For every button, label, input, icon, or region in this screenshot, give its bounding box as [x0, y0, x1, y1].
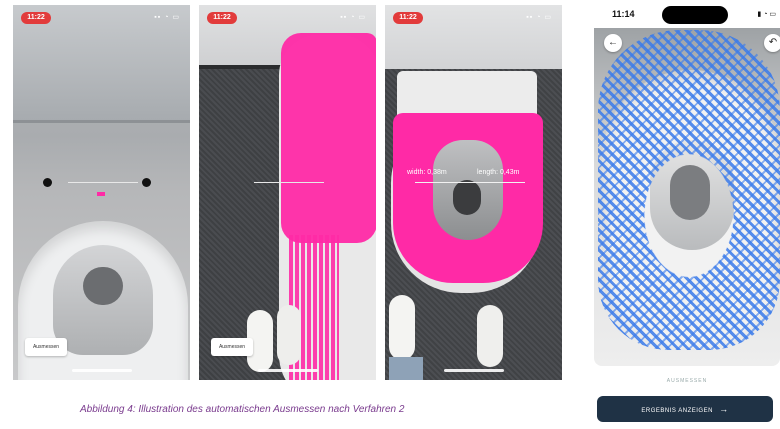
- arrow-right-icon: →: [719, 404, 729, 414]
- sneaker-right: [277, 305, 301, 365]
- arrow-left-icon[interactable]: ←: [604, 34, 622, 52]
- status-time: 11:14: [612, 9, 635, 19]
- ausmessen-label: AUSMESSEN: [666, 378, 708, 384]
- screen-2: 11:22 ▪▪ ◔ ▭ Ausmessen: [199, 5, 376, 380]
- home-indicator: [71, 369, 132, 372]
- recording-pill: 11:22: [21, 12, 51, 24]
- undo-icon[interactable]: ↶: [764, 34, 780, 52]
- home-indicator: [257, 369, 318, 372]
- result-button-label: ERGEBNIS ANZEIGEN: [641, 408, 713, 414]
- toilet-drain: [83, 267, 123, 305]
- status-icons: ▪▪ ◔ ▭: [526, 14, 552, 21]
- recording-pill: 11:22: [207, 12, 237, 24]
- tile-seam: [13, 120, 190, 123]
- screen-3: 11:22 ▪▪ ◔ ▭ width: 0,38m length: 0,43m: [385, 5, 562, 380]
- width-label: width: 0,38m: [407, 169, 447, 176]
- sneaker-left: [389, 295, 415, 360]
- ausmessen-button[interactable]: Ausmessen: [211, 338, 253, 356]
- right-phone: 11:14 ▮ ◔ ▭ ← ↶ AUSMESSEN ERGEBNIS ANZEI…: [594, 0, 780, 429]
- dynamic-island: [662, 6, 728, 24]
- recording-pill: 11:22: [393, 12, 423, 24]
- measure-line: [415, 182, 525, 183]
- blue-point-cloud: [598, 30, 780, 350]
- sneaker-right: [477, 305, 503, 367]
- status-icons: ▪▪ ◔ ▭: [340, 14, 366, 21]
- pink-marker: [97, 192, 105, 196]
- screen-1: 11:22 ▪▪ ◔ ▭ Ausmessen: [13, 5, 190, 380]
- jeans-leg: [389, 357, 423, 380]
- status-icons: ▪▪ ◔ ▭: [154, 14, 180, 21]
- length-label: length: 0,43m: [477, 169, 520, 176]
- figure-caption: Abbildung 4: Illustration des automatisc…: [80, 404, 405, 415]
- pink-overlay-upper: [281, 33, 376, 243]
- status-icons: ▮ ◔ ▭: [757, 11, 776, 18]
- ergebnis-anzeigen-button[interactable]: ERGEBNIS ANZEIGEN →: [597, 396, 773, 422]
- ausmessen-button[interactable]: Ausmessen: [25, 338, 67, 356]
- home-indicator: [443, 369, 504, 372]
- measure-line: [254, 182, 324, 183]
- mount-hole-left: [43, 178, 52, 187]
- drain: [453, 180, 481, 215]
- measure-line: [68, 182, 138, 183]
- mount-hole-right: [142, 178, 151, 187]
